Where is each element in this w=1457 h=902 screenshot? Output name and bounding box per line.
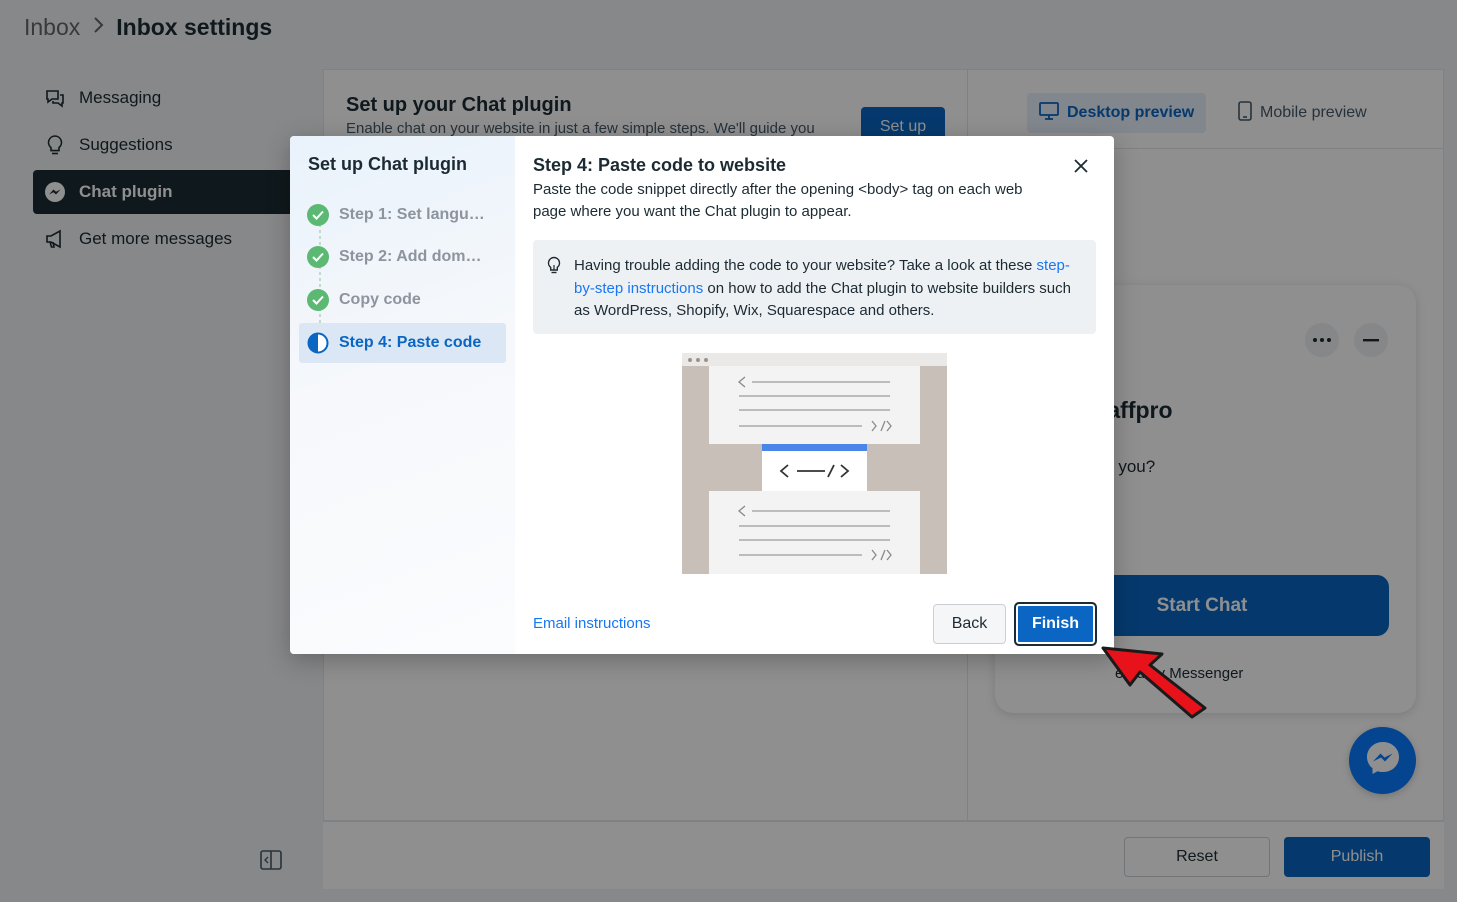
step-item-add-domain[interactable]: Step 2: Add dom… — [299, 237, 506, 277]
half-circle-progress-icon — [307, 332, 329, 354]
finish-button[interactable]: Finish — [1014, 602, 1097, 646]
step-item-paste-code[interactable]: Step 4: Paste code — [299, 323, 506, 363]
help-tip-box: Having trouble adding the code to your w… — [533, 240, 1096, 334]
step-label: Copy code — [339, 291, 421, 308]
tip-text: Having trouble adding the code to your w… — [574, 255, 1074, 323]
step-item-copy-code[interactable]: Copy code — [299, 280, 506, 320]
close-icon[interactable] — [1068, 153, 1094, 179]
step-item-set-language[interactable]: Step 1: Set langu… — [299, 195, 506, 235]
step-label: Step 1: Set langu… — [339, 206, 485, 223]
pointer-arrow-icon — [1100, 640, 1210, 720]
setup-chat-plugin-dialog: Set up Chat plugin Step 1: Set langu… St… — [290, 136, 1114, 654]
tip-text-before: Having trouble adding the code to your w… — [574, 257, 1037, 274]
check-circle-icon — [307, 289, 329, 311]
dialog-content: Step 4: Paste code to website Paste the … — [515, 136, 1114, 654]
paste-code-illustration — [682, 353, 947, 574]
setup-steps-panel: Set up Chat plugin Step 1: Set langu… St… — [290, 136, 515, 654]
step-label: Step 4: Paste code — [339, 334, 482, 351]
lightbulb-icon — [546, 256, 564, 276]
dialog-title: Step 4: Paste code to website — [533, 155, 787, 175]
check-circle-icon — [307, 204, 329, 226]
dialog-description: Paste the code snippet directly after th… — [533, 181, 1023, 220]
step-label: Step 2: Add dom… — [339, 248, 482, 265]
back-button[interactable]: Back — [933, 604, 1006, 644]
steps-panel-title: Set up Chat plugin — [308, 154, 467, 174]
check-circle-icon — [307, 246, 329, 268]
email-instructions-link[interactable]: Email instructions — [533, 615, 651, 632]
